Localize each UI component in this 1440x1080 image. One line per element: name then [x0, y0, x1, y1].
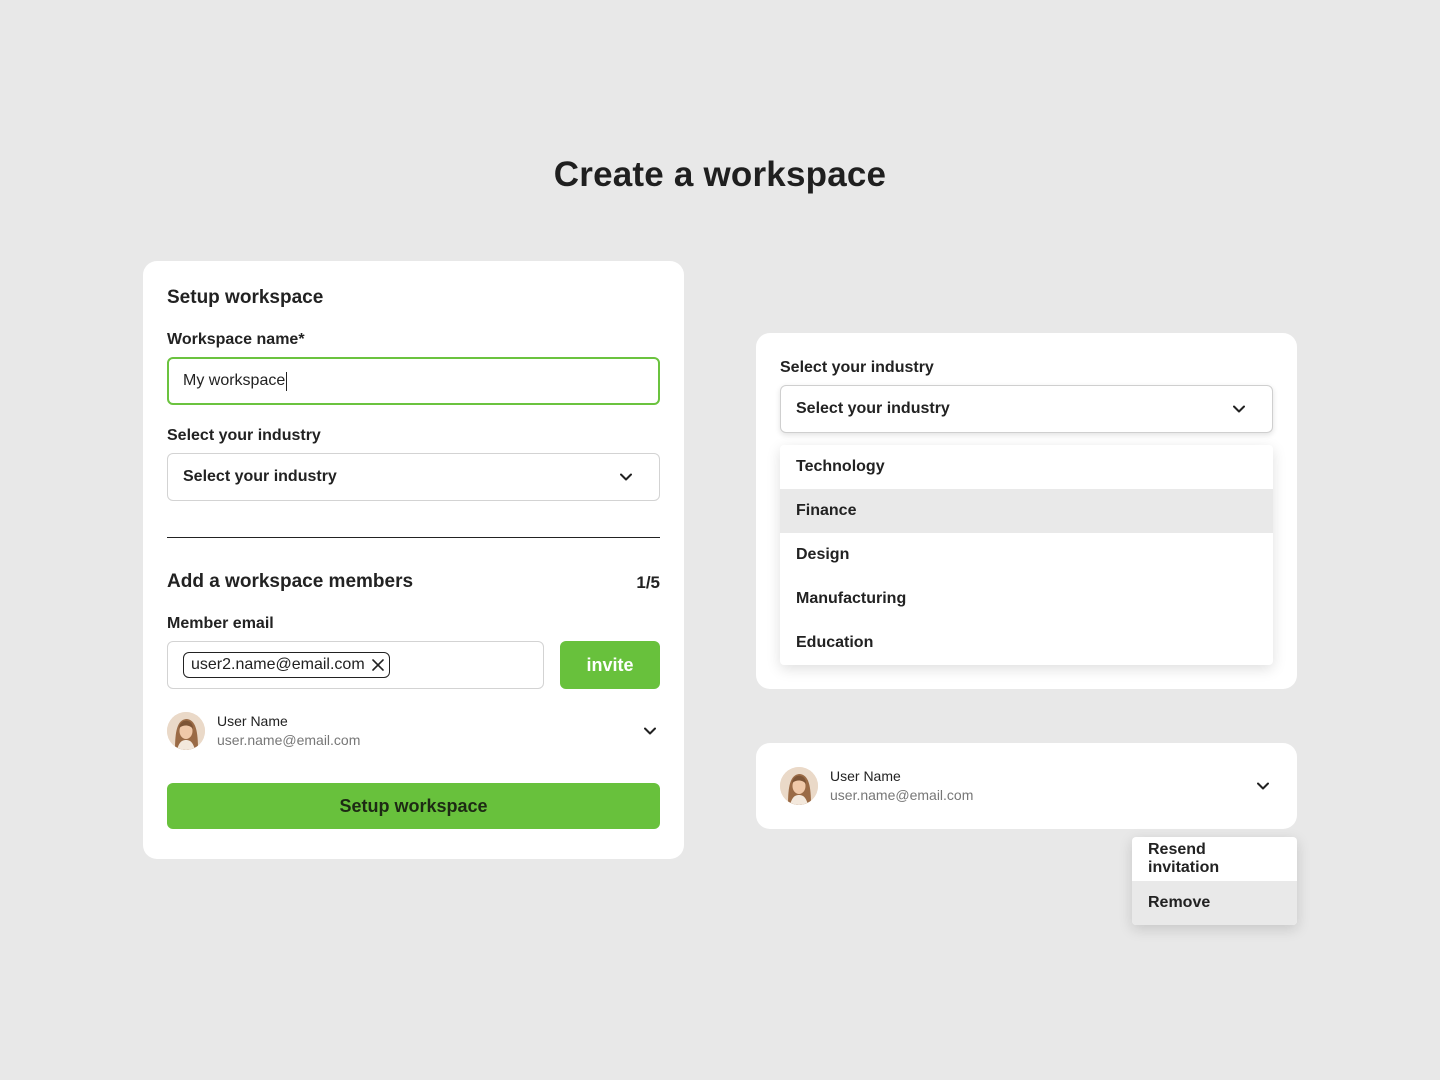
member-email-input[interactable]: user2.name@email.com [167, 641, 544, 689]
section-divider [167, 537, 660, 538]
user-name: User Name [217, 713, 288, 730]
setup-heading: Setup workspace [167, 287, 324, 308]
workspace-name-input[interactable]: My workspace [167, 357, 660, 405]
member-row: User Name user.name@email.com [167, 712, 660, 750]
page: Create a workspace Setup workspace Works… [0, 0, 1440, 1080]
chevron-down-icon[interactable] [1256, 779, 1270, 793]
member-card: User Name user.name@email.com [756, 743, 1297, 829]
workspace-name-value: My workspace [183, 372, 286, 389]
chevron-down-icon[interactable] [643, 724, 657, 738]
user-avatar [780, 767, 818, 805]
option-manufacturing[interactable]: Manufacturing [780, 577, 1273, 621]
user-name: User Name [830, 768, 901, 785]
members-count: 1/5 [636, 573, 660, 592]
member-email-label: Member email [167, 615, 274, 632]
user-info: User Name user.name@email.com [217, 712, 360, 750]
email-chip: user2.name@email.com [183, 652, 390, 678]
industry-select-value: Select your industry [183, 468, 337, 485]
chevron-down-icon [619, 470, 633, 484]
text-caret [286, 371, 288, 391]
option-technology[interactable]: Technology [780, 445, 1273, 489]
industry-select-open[interactable]: Select your industry [780, 385, 1273, 433]
close-icon[interactable] [371, 658, 385, 672]
invite-button[interactable]: invite [560, 641, 660, 689]
email-chip-text: user2.name@email.com [191, 656, 365, 673]
menu-remove[interactable]: Remove [1132, 881, 1297, 925]
member-row: User Name user.name@email.com [780, 767, 1273, 805]
option-finance[interactable]: Finance [780, 489, 1273, 533]
user-email: user.name@email.com [830, 787, 974, 803]
setup-workspace-button[interactable]: Setup workspace [167, 783, 660, 829]
members-heading: Add a workspace members [167, 571, 414, 592]
industry-select-open-value: Select your industry [796, 400, 950, 417]
option-education[interactable]: Education [780, 621, 1273, 665]
member-actions-menu: Resend invitation Remove [1132, 837, 1297, 925]
industry-label: Select your industry [167, 427, 321, 444]
option-design[interactable]: Design [780, 533, 1273, 577]
industry-card: Select your industry Select your industr… [756, 333, 1297, 689]
industry-panel-label: Select your industry [780, 359, 934, 376]
page-title: Create a workspace [553, 155, 887, 194]
menu-resend-invitation[interactable]: Resend invitation [1132, 837, 1297, 881]
industry-select[interactable]: Select your industry [167, 453, 660, 501]
chevron-down-icon [1232, 402, 1246, 416]
user-avatar [167, 712, 205, 750]
user-email: user.name@email.com [217, 732, 361, 748]
workspace-name-label: Workspace name* [167, 331, 305, 348]
user-info: User Name user.name@email.com [830, 767, 973, 805]
setup-workspace-card: Setup workspace Workspace name* My works… [143, 261, 684, 859]
industry-options-list: Technology Finance Design Manufacturing … [780, 445, 1273, 665]
